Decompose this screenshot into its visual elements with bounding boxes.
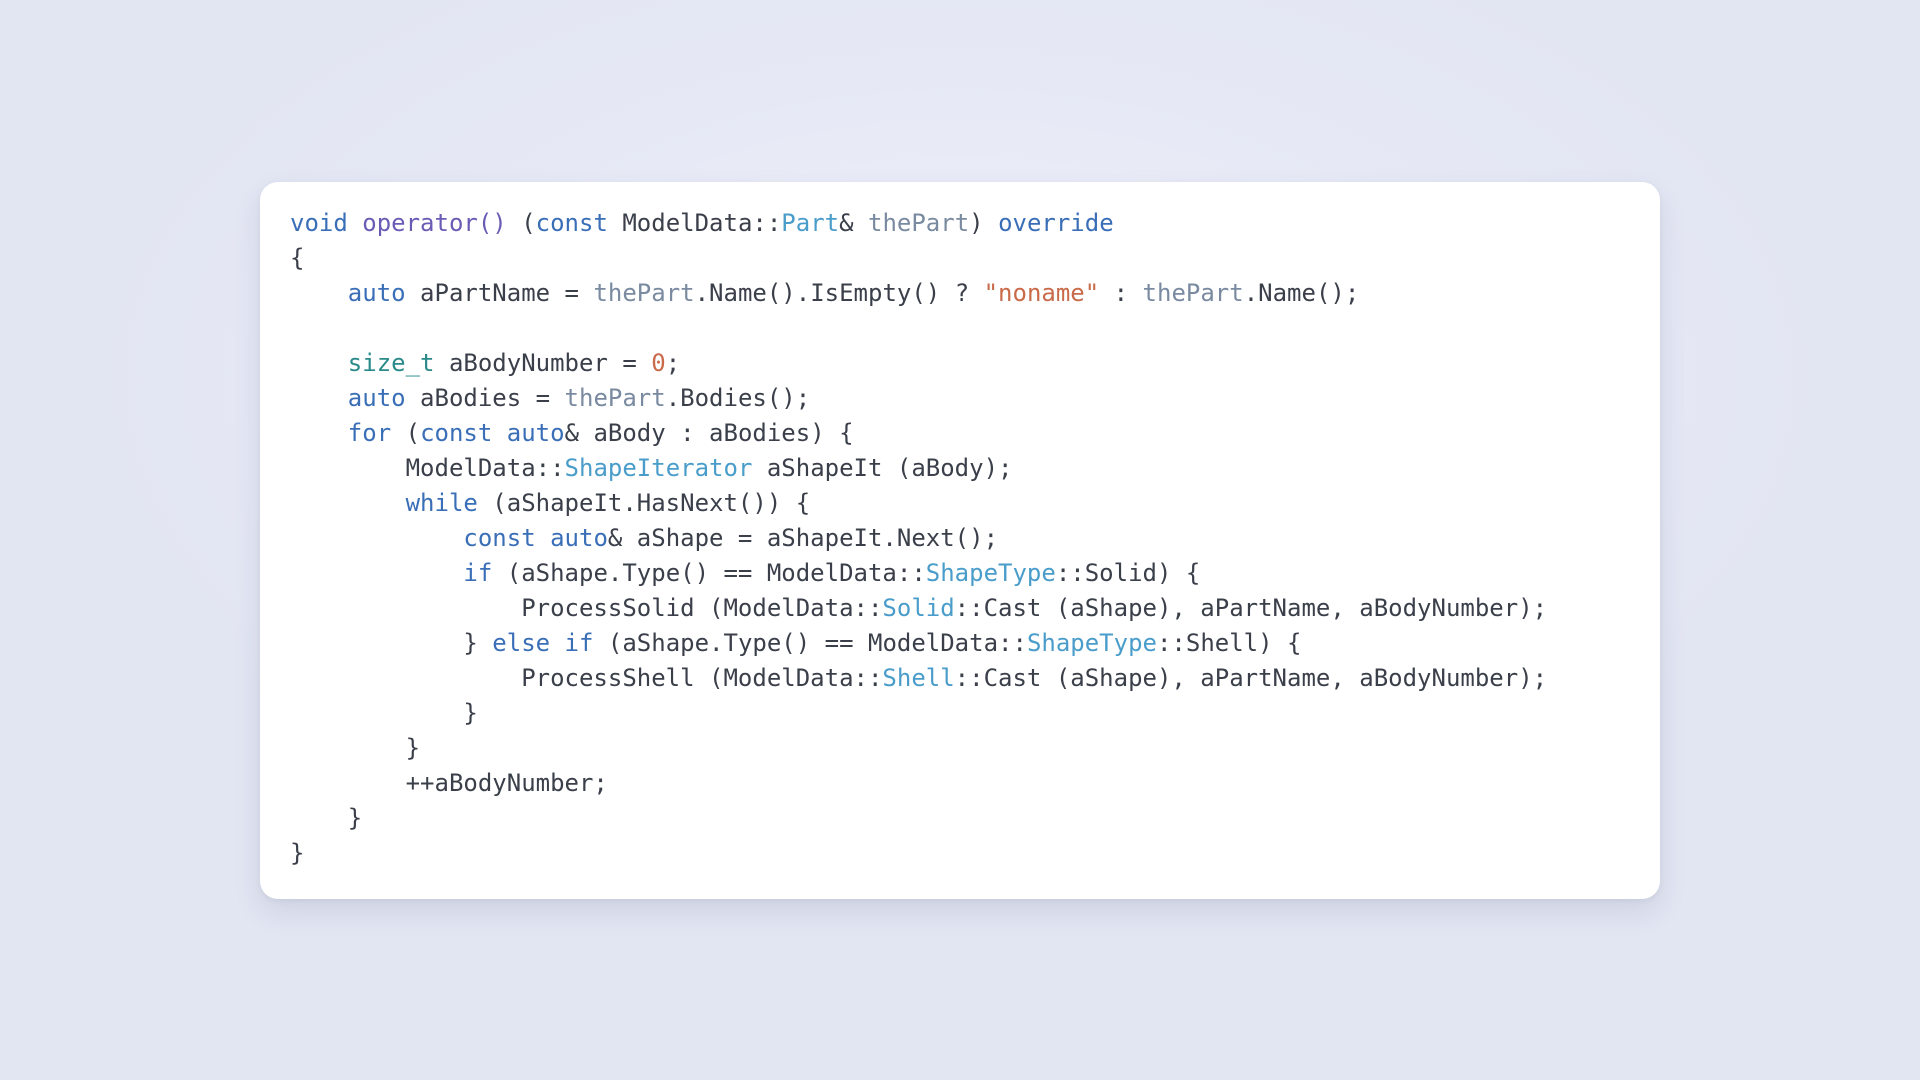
code-line: ModelData::ShapeIterator aShapeIt (aBody… <box>290 454 1012 482</box>
code-line: ProcessSolid (ModelData::Solid::Cast (aS… <box>290 594 1547 622</box>
code-line: { <box>290 244 304 272</box>
code-line: ++aBodyNumber; <box>290 769 608 797</box>
code-line: while (aShapeIt.HasNext()) { <box>290 489 810 517</box>
code-line: const auto& aShape = aShapeIt.Next(); <box>290 524 998 552</box>
code-line: } <box>290 839 304 867</box>
code-card: void operator() (const ModelData::Part& … <box>260 182 1660 899</box>
code-line: } <box>290 734 420 762</box>
code-line: } else if (aShape.Type() == ModelData::S… <box>290 629 1301 657</box>
code-line: void operator() (const ModelData::Part& … <box>290 209 1114 237</box>
code-line: auto aBodies = thePart.Bodies(); <box>290 384 810 412</box>
code-line: size_t aBodyNumber = 0; <box>290 349 680 377</box>
code-line: for (const auto& aBody : aBodies) { <box>290 419 854 447</box>
code-line: } <box>290 699 478 727</box>
code-block: void operator() (const ModelData::Part& … <box>290 206 1630 871</box>
code-line: ProcessShell (ModelData::Shell::Cast (aS… <box>290 664 1547 692</box>
code-line: if (aShape.Type() == ModelData::ShapeTyp… <box>290 559 1200 587</box>
code-line: } <box>290 804 362 832</box>
code-line: auto aPartName = thePart.Name().IsEmpty(… <box>290 279 1359 307</box>
